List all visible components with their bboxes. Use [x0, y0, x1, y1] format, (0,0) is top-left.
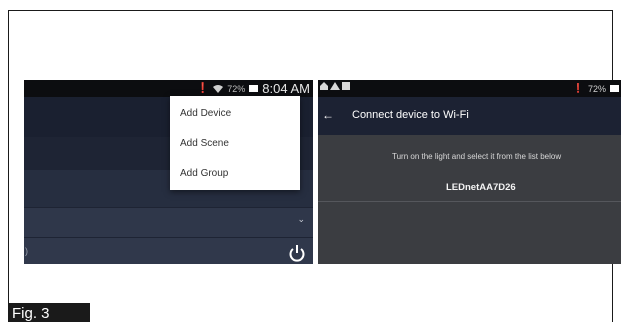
home-icon [320, 82, 328, 90]
left-screenshot: ⌄ ) ❗ 72% 8:04 AM Add Device Add Scene A… [24, 80, 313, 264]
menu-item-add-group[interactable]: Add Group [180, 168, 228, 179]
back-arrow-icon[interactable]: ← [322, 108, 334, 122]
wifi-icon [213, 85, 224, 93]
warning-icon [330, 82, 340, 90]
battery-percent: 72% [227, 83, 246, 94]
image-icon [342, 82, 350, 90]
content-area: Turn on the light and select it from the… [318, 135, 621, 264]
figure-caption: Fig. 3 [8, 303, 90, 322]
device-list-item[interactable]: LEDnetAA7D26 [318, 182, 621, 193]
list-item[interactable] [24, 208, 313, 237]
right-screenshot: ❗ 72% ← Connect device to Wi-Fi Turn on … [318, 80, 621, 264]
overflow-menu: Add Device Add Scene Add Group [170, 96, 300, 190]
status-time: 8:04 AM [262, 81, 310, 96]
menu-item-add-device[interactable]: Add Device [180, 108, 231, 119]
instruction-text: Turn on the light and select it from the… [392, 152, 562, 161]
divider [318, 201, 621, 202]
battery-icon [249, 85, 259, 92]
chevron-down-icon[interactable]: ⌄ [297, 214, 305, 225]
caption-text: Fig. 3 [12, 305, 50, 322]
status-bar: ❗ 72% [318, 80, 621, 97]
row-fragment-text: ) [25, 246, 28, 256]
battery-icon [610, 85, 619, 92]
page-title: Connect device to Wi-Fi [352, 109, 469, 121]
battery-percent: 72% [587, 83, 606, 94]
app-bar: ← Connect device to Wi-Fi [318, 97, 621, 135]
mute-icon: ❗ [196, 83, 210, 94]
list-item[interactable] [24, 238, 313, 264]
status-bar: ❗ 72% 8:04 AM [24, 80, 313, 97]
mute-icon: ❗ [572, 83, 584, 93]
menu-item-add-scene[interactable]: Add Scene [180, 138, 229, 149]
power-icon[interactable] [287, 243, 307, 263]
